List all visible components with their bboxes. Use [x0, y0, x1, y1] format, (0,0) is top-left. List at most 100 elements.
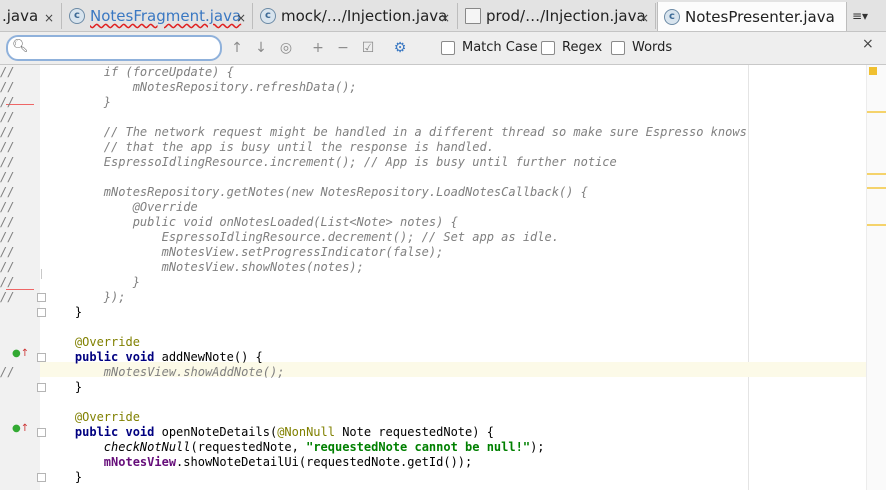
code-line[interactable]: }: [0, 380, 866, 395]
close-find-bar-icon[interactable]: ×: [862, 36, 874, 52]
line-comment-prefix: //: [0, 275, 15, 289]
code-line[interactable]: // mNotesRepository.getNotes(new NotesRe…: [0, 185, 866, 200]
close-tab-icon[interactable]: ×: [440, 11, 450, 25]
tab-label: NotesPresenter.java: [685, 7, 835, 26]
code-line[interactable]: // mNotesView.setProgressIndicator(false…: [0, 245, 866, 260]
code-text: mNotesView.showAddNote();: [46, 365, 285, 379]
class-icon: c: [260, 8, 276, 24]
close-tab-icon[interactable]: ×: [236, 11, 246, 25]
code-line[interactable]: }: [0, 305, 866, 320]
code-text: Note requestedNote) {: [334, 425, 494, 439]
code-line[interactable]: @Override: [0, 410, 866, 425]
code-line[interactable]: @Override: [0, 335, 866, 350]
select-all-occurrences-icon[interactable]: ☑: [358, 38, 378, 58]
string-literal: "requestedNote cannot be null!": [306, 440, 531, 454]
code-text: );: [530, 440, 545, 454]
tab-partial-java[interactable]: .java ×: [0, 3, 62, 29]
code-text: // that the app is busy until the respon…: [46, 140, 494, 154]
code-line[interactable]: mNotesView.showNoteDetailUi(requestedNot…: [0, 455, 866, 470]
line-comment-prefix: //: [0, 140, 15, 154]
code-line[interactable]: // mNotesView.showAddNote();: [0, 365, 866, 380]
code-text: EspressoIdlingResource.increment(); // A…: [46, 155, 617, 169]
warning-stripe-mark[interactable]: [867, 173, 886, 175]
find-all-icon[interactable]: ◎: [276, 38, 296, 58]
close-tab-icon[interactable]: ×: [639, 11, 649, 25]
search-input[interactable]: [36, 39, 216, 59]
checkbox-box[interactable]: [441, 40, 455, 55]
line-comment-prefix: //: [0, 170, 15, 184]
warning-stripe-mark[interactable]: [867, 224, 886, 226]
next-occurrence-icon[interactable]: ↓: [251, 38, 271, 58]
checkbox-box[interactable]: [611, 40, 625, 55]
checkbox-box[interactable]: [541, 40, 555, 55]
code-line[interactable]: // });: [0, 290, 866, 305]
words-checkbox[interactable]: Words: [611, 40, 672, 55]
tab-label: prod/…/Injection.java: [486, 7, 646, 25]
code-line[interactable]: //: [0, 170, 866, 185]
tab-notesfragment[interactable]: c NotesFragment.java ×: [63, 3, 253, 29]
match-case-checkbox[interactable]: Match Case: [441, 40, 538, 55]
code-line[interactable]: // public void onNotesLoaded(List<Note> …: [0, 215, 866, 230]
code-text: .showNoteDetailUi(requestedNote.getId())…: [176, 455, 473, 469]
error-stripe-bar[interactable]: [866, 65, 886, 490]
code-line[interactable]: checkNotNull(requestedNote, "requestedNo…: [0, 440, 866, 455]
tab-label: NotesFragment.java: [90, 7, 242, 25]
code-line[interactable]: // }: [0, 95, 866, 110]
line-comment-prefix: //: [0, 80, 15, 94]
code-line[interactable]: public void openNoteDetails(@NonNull Not…: [0, 425, 866, 440]
remove-occurrence-icon[interactable]: −: [333, 38, 353, 58]
java-file-icon: [465, 8, 481, 24]
code-line[interactable]: // mNotesRepository.refreshData();: [0, 80, 866, 95]
line-comment-prefix: //: [0, 260, 15, 274]
settings-gear-icon[interactable]: ⚙: [390, 38, 410, 58]
code-text: (requestedNote,: [190, 440, 307, 454]
line-comment-prefix: //: [0, 365, 15, 379]
previous-occurrence-icon[interactable]: ↑: [227, 38, 247, 58]
method-name: openNoteDetails(: [161, 425, 278, 439]
code-line[interactable]: // mNotesView.showNotes(notes);: [0, 260, 866, 275]
code-text: }: [46, 95, 112, 109]
code-editor[interactable]: ●↑ ●↑ // if (forceUpdate) { // mNotesRep…: [0, 65, 886, 490]
code-line[interactable]: // }: [0, 275, 866, 290]
tab-notespresenter[interactable]: c NotesPresenter.java: [657, 2, 847, 31]
line-comment-prefix: //: [0, 215, 15, 229]
line-comment-prefix: //: [0, 200, 15, 214]
code-line[interactable]: // // The network request might be handl…: [0, 125, 866, 140]
tab-list-menu-icon[interactable]: ≡▾: [848, 6, 872, 26]
warning-stripe-mark[interactable]: [867, 111, 886, 113]
warning-stripe-mark[interactable]: [867, 187, 886, 189]
code-line[interactable]: // @Override: [0, 200, 866, 215]
tab-mock-injection[interactable]: c mock/…/Injection.java ×: [254, 3, 458, 29]
match-case-label: Match Case: [462, 40, 538, 55]
tab-prod-injection[interactable]: prod/…/Injection.java ×: [459, 3, 656, 29]
code-line[interactable]: // EspressoIdlingResource.decrement(); /…: [0, 230, 866, 245]
line-comment-prefix: //: [0, 65, 15, 79]
class-icon: c: [664, 8, 680, 25]
line-comment-prefix: //: [0, 110, 15, 124]
warning-status-icon[interactable]: [869, 67, 877, 75]
keyword: public void: [46, 425, 162, 439]
add-occurrence-icon[interactable]: +: [308, 38, 328, 58]
search-history-icon[interactable]: 🔍︎: [12, 39, 29, 54]
code-line[interactable]: // if (forceUpdate) {: [0, 65, 866, 80]
tab-label: mock/…/Injection.java: [281, 7, 448, 25]
code-text: addNewNote() {: [161, 350, 263, 364]
code-line[interactable]: // // that the app is busy until the res…: [0, 140, 866, 155]
code-line[interactable]: public void addNewNote() {: [0, 350, 866, 365]
code-text: mNotesRepository.refreshData();: [46, 80, 357, 94]
close-tab-icon[interactable]: ×: [44, 11, 54, 25]
line-comment-prefix: //: [0, 290, 15, 304]
line-comment-prefix: //: [0, 230, 15, 244]
search-field[interactable]: 🔍︎: [6, 35, 222, 61]
code-text: // The network request might be handled …: [46, 125, 747, 139]
code-line[interactable]: // EspressoIdlingResource.increment(); /…: [0, 155, 866, 170]
code-line[interactable]: //: [0, 110, 866, 125]
regex-label: Regex: [562, 40, 603, 55]
code-line[interactable]: }: [0, 470, 866, 485]
tab-label: .java: [2, 7, 39, 25]
line-comment-prefix: //: [0, 125, 15, 139]
line-comment-prefix: //: [0, 155, 15, 169]
static-call: checkNotNull: [103, 440, 191, 454]
regex-checkbox[interactable]: Regex: [541, 40, 602, 55]
